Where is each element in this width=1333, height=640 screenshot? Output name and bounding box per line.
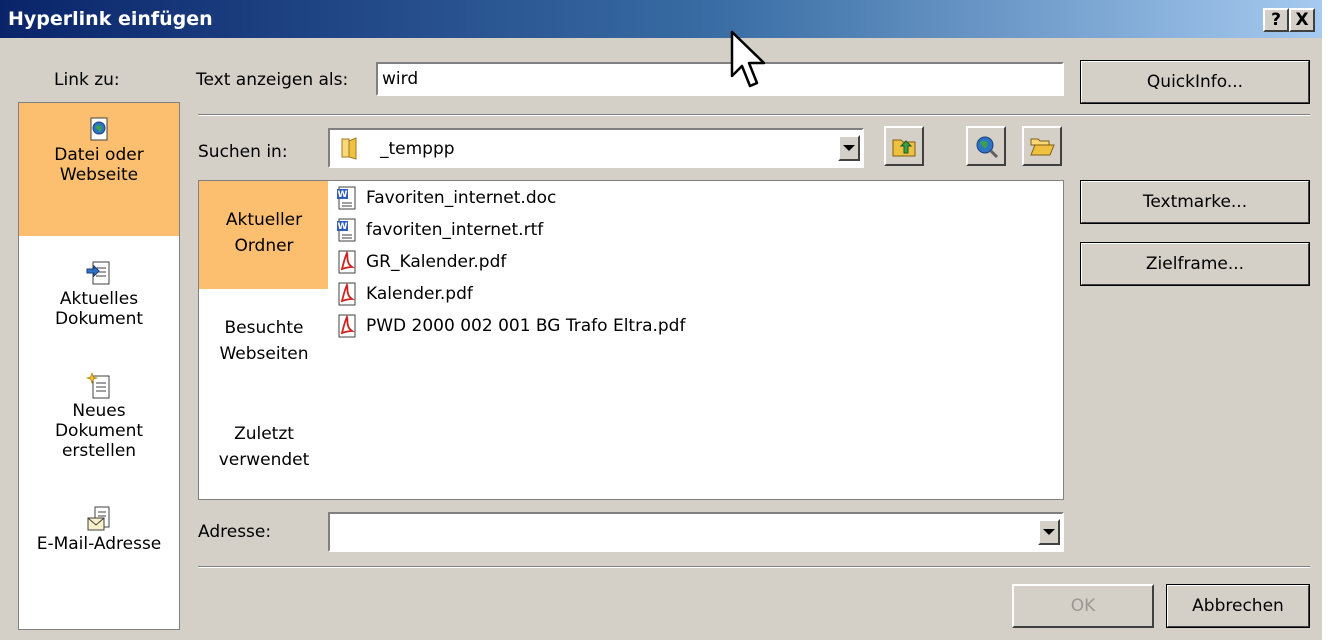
svg-text:W: W bbox=[338, 190, 348, 200]
up-folder-icon bbox=[892, 139, 916, 157]
search-in-combobox[interactable]: _temppp bbox=[328, 128, 864, 168]
file-name: Kalender.pdf bbox=[366, 284, 473, 304]
link-to-label: Link zu: bbox=[54, 70, 120, 90]
open-folder-icon bbox=[1030, 138, 1055, 156]
separator bbox=[198, 114, 1310, 116]
display-text-input[interactable]: wird bbox=[376, 62, 1064, 96]
file-list: W Favoriten_internet.doc W favoriten_int… bbox=[328, 180, 1064, 500]
help-button[interactable]: ? bbox=[1263, 8, 1289, 32]
link-item-label-line2: Webseite bbox=[59, 165, 139, 185]
target-frame-button[interactable]: Zielframe... bbox=[1080, 242, 1310, 286]
browse-web-button[interactable] bbox=[966, 126, 1006, 166]
search-in-label: Suchen in: bbox=[198, 142, 288, 162]
link-item-label-line2: Dokument bbox=[54, 421, 144, 441]
current-document-icon bbox=[84, 259, 114, 289]
pdf-icon bbox=[338, 282, 356, 306]
file-list-item[interactable]: PWD 2000 002 001 BG Trafo Eltra.pdf bbox=[336, 311, 685, 341]
address-label: Adresse: bbox=[198, 522, 272, 542]
web-page-icon bbox=[84, 115, 114, 145]
window-title: Hyperlink einfügen bbox=[8, 8, 213, 30]
search-in-dropdown-button[interactable] bbox=[838, 135, 860, 161]
address-combobox[interactable] bbox=[328, 512, 1064, 552]
display-text-value: wird bbox=[382, 69, 419, 89]
browse-file-button[interactable] bbox=[1022, 126, 1062, 166]
pdf-icon bbox=[338, 314, 356, 338]
up-folder-button[interactable] bbox=[884, 126, 924, 166]
bookmark-button[interactable]: Textmarke... bbox=[1080, 180, 1310, 224]
nav-item-label-line1: Besuchte bbox=[224, 318, 304, 338]
chevron-down-icon bbox=[843, 145, 855, 151]
link-to-file-or-webpage[interactable]: Datei oder Webseite bbox=[19, 103, 179, 236]
nav-item-label-line1: Zuletzt bbox=[234, 424, 294, 444]
address-dropdown-button[interactable] bbox=[1038, 519, 1060, 545]
link-to-new-document[interactable]: Neues Dokument erstellen bbox=[19, 365, 179, 490]
link-to-email-address[interactable]: E-Mail-Adresse bbox=[19, 498, 179, 598]
cancel-button[interactable]: Abbrechen bbox=[1166, 584, 1310, 628]
nav-item-label-line2: Ordner bbox=[234, 236, 294, 256]
title-bar: Hyperlink einfügen ? X bbox=[0, 0, 1322, 38]
ok-button[interactable]: OK bbox=[1012, 584, 1154, 628]
nav-recently-used[interactable]: Zuletzt verwendet bbox=[199, 421, 329, 481]
close-button[interactable]: X bbox=[1289, 8, 1315, 32]
file-name: PWD 2000 002 001 BG Trafo Eltra.pdf bbox=[366, 316, 686, 336]
link-to-current-document[interactable]: Aktuelles Dokument bbox=[19, 253, 179, 353]
link-item-label-line1: Datei oder bbox=[54, 145, 144, 165]
nav-item-label-line1: Aktueller bbox=[225, 210, 303, 230]
file-name: Favoriten_internet.doc bbox=[366, 188, 557, 208]
nav-item-label-line2: verwendet bbox=[218, 450, 310, 470]
chevron-down-icon bbox=[1043, 529, 1055, 535]
link-to-bar: Datei oder Webseite Aktuelles Dokument N… bbox=[18, 102, 180, 630]
separator bbox=[198, 566, 1310, 568]
globe-search-icon bbox=[976, 136, 999, 159]
file-name: favoriten_internet.rtf bbox=[366, 220, 544, 240]
word-document-icon: W bbox=[337, 218, 356, 242]
file-list-item[interactable]: W Favoriten_internet.doc bbox=[336, 183, 556, 213]
new-document-icon bbox=[84, 371, 114, 401]
nav-current-folder[interactable]: Aktueller Ordner bbox=[199, 181, 329, 289]
word-document-icon: W bbox=[337, 186, 356, 210]
link-item-label-line2: Dokument bbox=[54, 309, 144, 329]
background-strip bbox=[1322, 0, 1333, 640]
svg-text:W: W bbox=[338, 222, 348, 232]
nav-item-label-line2: Webseiten bbox=[219, 344, 309, 364]
file-list-item[interactable]: Kalender.pdf bbox=[336, 279, 473, 309]
hyperlink-dialog: Hyperlink einfügen ? X Link zu: Datei od… bbox=[0, 0, 1323, 640]
search-in-value: _temppp bbox=[380, 139, 455, 159]
file-name: GR_Kalender.pdf bbox=[366, 252, 507, 272]
location-nav: Aktueller Ordner Besuchte Webseiten Zule… bbox=[198, 180, 330, 500]
link-item-label-line3: erstellen bbox=[61, 441, 137, 461]
email-icon bbox=[84, 504, 114, 534]
link-item-label-line1: Neues bbox=[72, 401, 126, 421]
file-list-item[interactable]: W favoriten_internet.rtf bbox=[336, 215, 543, 245]
link-item-label-line1: E-Mail-Adresse bbox=[36, 534, 162, 554]
pdf-icon bbox=[338, 250, 356, 274]
file-list-item[interactable]: GR_Kalender.pdf bbox=[336, 247, 506, 277]
quickinfo-button[interactable]: QuickInfo... bbox=[1080, 60, 1310, 104]
folder-icon bbox=[340, 135, 362, 166]
mouse-pointer-icon bbox=[730, 30, 766, 88]
nav-visited-webpages[interactable]: Besuchte Webseiten bbox=[199, 315, 329, 375]
display-text-label: Text anzeigen als: bbox=[196, 70, 349, 90]
link-item-label-line1: Aktuelles bbox=[59, 289, 139, 309]
